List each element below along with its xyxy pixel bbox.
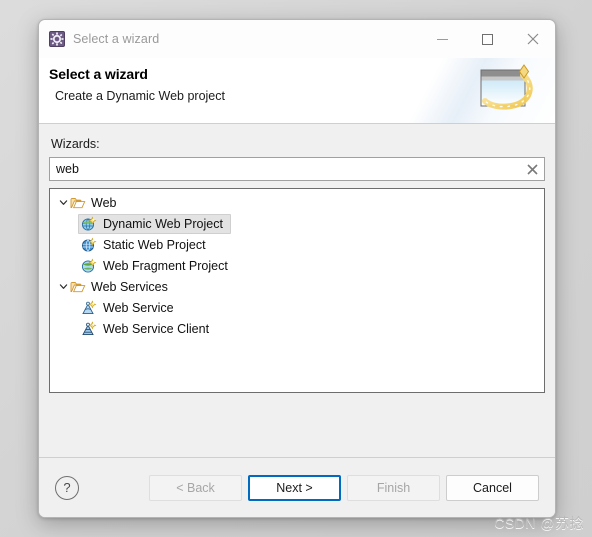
tree-item-label: Web Service Client [103,321,210,336]
open-folder-icon [70,195,86,211]
help-button[interactable]: ? [55,475,79,500]
dialog-button-bar: ? < Back Next > Finish Cancel [39,457,555,517]
tree-node-label: Web [91,195,117,210]
next-button[interactable]: Next > [248,474,341,501]
globe-green-new-icon [81,258,97,274]
minimize-icon[interactable] [420,20,465,58]
wizard-filter-field[interactable] [49,157,545,181]
chevron-down-icon[interactable] [56,282,70,291]
back-button[interactable]: < Back [149,474,242,501]
finish-button[interactable]: Finish [347,474,440,501]
maximize-icon[interactable] [465,20,510,58]
web-service-client-new-icon [81,320,97,337]
tree-item-static-web-project[interactable]: Static Web Project [50,234,544,255]
wizard-gear-icon [49,31,65,47]
tree-item-label: Static Web Project [103,237,206,252]
dialog-content: Wizards: web Web Dynamic Web Project Sta… [39,124,555,457]
banner-heading: Select a wizard [49,66,148,82]
globe-blue-new-icon [81,237,97,253]
clear-icon[interactable] [520,158,544,180]
cancel-button[interactable]: Cancel [446,474,539,501]
wizard-window-sparkle-icon [463,61,545,119]
chevron-down-icon[interactable] [56,198,70,207]
wizard-tree-list[interactable]: Web Dynamic Web Project Static Web Proje… [49,188,545,393]
select-a-wizard-dialog: Select a wizard Select a wizard Create a… [38,19,556,518]
tree-node-label: Web Services [91,279,168,294]
watermark-label: CSDN @苏捻 [494,515,584,531]
close-icon[interactable] [510,20,555,58]
open-folder-icon [70,279,86,295]
wizard-banner: Select a wizard Create a Dynamic Web pro… [39,58,555,124]
search-input[interactable] [50,158,520,180]
tree-item-label: Web Service [103,300,174,315]
tree-item-label: Dynamic Web Project [103,216,223,231]
tree-item-label: Web Fragment Project [103,258,228,273]
web-service-new-icon [81,299,97,316]
tree-item-web-service[interactable]: Web Service [50,297,544,318]
tree-item-web-service-client[interactable]: Web Service Client [50,318,544,339]
tree-node-web[interactable]: Web [50,192,544,213]
dialog-title-bar[interactable]: Select a wizard [39,20,555,58]
wizard-navigation-buttons: < Back Next > Finish Cancel [149,474,539,501]
banner-description: Create a Dynamic Web project [55,89,225,103]
globe-new-icon [81,216,97,232]
dialog-title-label: Select a wizard [73,32,160,46]
wizards-label: Wizards: [51,137,100,151]
tree-item-dynamic-web-project[interactable]: Dynamic Web Project [50,213,544,234]
tree-item-web-fragment-project[interactable]: Web Fragment Project [50,255,544,276]
tree-node-web-services[interactable]: Web Services [50,276,544,297]
